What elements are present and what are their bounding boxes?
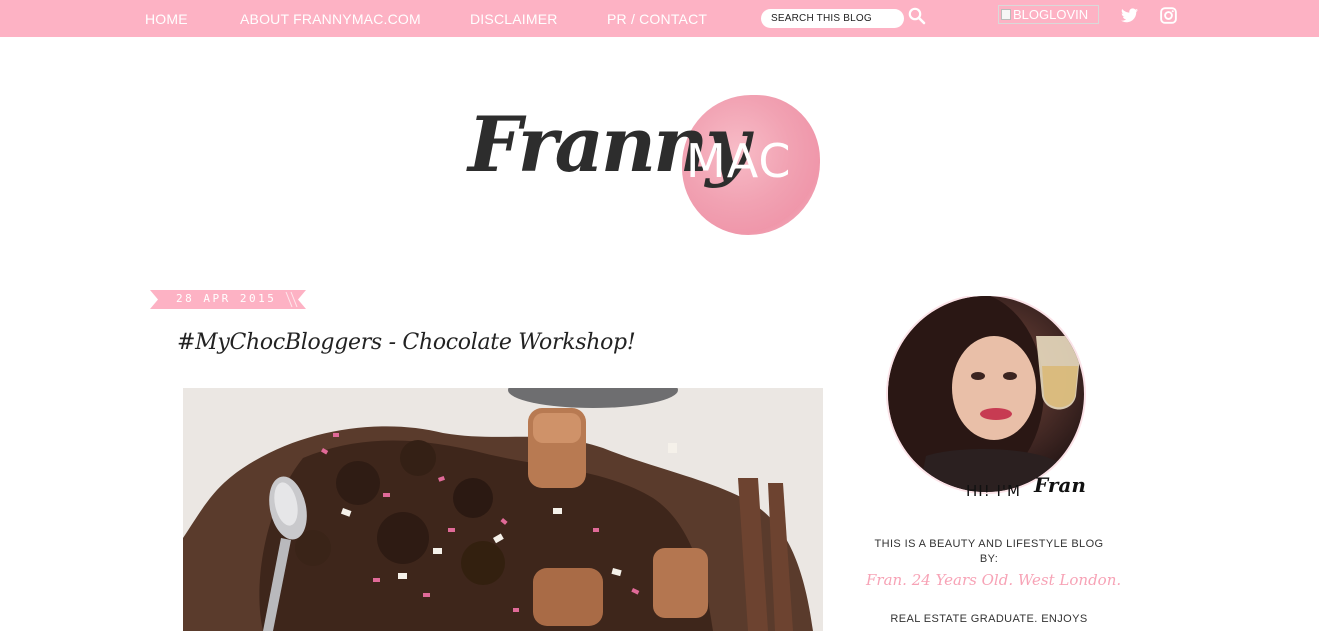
post-date: 28 APR 2015 bbox=[176, 292, 277, 305]
nav-disclaimer-link[interactable]: DISCLAIMER bbox=[470, 11, 558, 27]
sidebar-intro-text-2: REAL ESTATE GRADUATE. ENJOYS bbox=[890, 613, 1088, 625]
top-navigation-bar: HOME ABOUT FRANNYMAC.COM DISCLAIMER PR /… bbox=[0, 0, 1319, 37]
broken-image-icon bbox=[1001, 9, 1011, 20]
site-logo[interactable]: Franny MAC bbox=[460, 90, 830, 240]
profile-caption-name: Fran bbox=[1033, 473, 1086, 497]
profile-photo: HI! I'M Fran bbox=[886, 296, 1086, 500]
profile-caption-prefix: HI! I'M bbox=[966, 482, 1021, 500]
search-icon[interactable] bbox=[908, 7, 926, 25]
search-input[interactable]: SEARCH THIS BLOG bbox=[761, 9, 904, 28]
sidebar-intro-text: THIS IS A BEAUTY AND LIFESTYLE BLOG BY: bbox=[874, 538, 1104, 565]
twitter-icon[interactable] bbox=[1121, 8, 1138, 23]
logo-mac-text: MAC bbox=[686, 134, 792, 188]
post-featured-image[interactable] bbox=[183, 388, 823, 631]
nav-home-link[interactable]: HOME bbox=[145, 11, 188, 27]
bloglovin-alt-text: BLOGLOVIN bbox=[1013, 7, 1089, 22]
sidebar-intro-script: Fran. 24 Years Old. West London. bbox=[866, 571, 1122, 589]
nav-pr-contact-link[interactable]: PR / CONTACT bbox=[607, 11, 707, 27]
bloglovin-button[interactable]: BLOGLOVIN bbox=[998, 5, 1099, 24]
nav-about-link[interactable]: ABOUT FRANNYMAC.COM bbox=[240, 11, 421, 27]
instagram-icon[interactable] bbox=[1160, 7, 1177, 24]
post-title-link[interactable]: #MyChocBloggers - Chocolate Workshop! bbox=[177, 330, 636, 355]
